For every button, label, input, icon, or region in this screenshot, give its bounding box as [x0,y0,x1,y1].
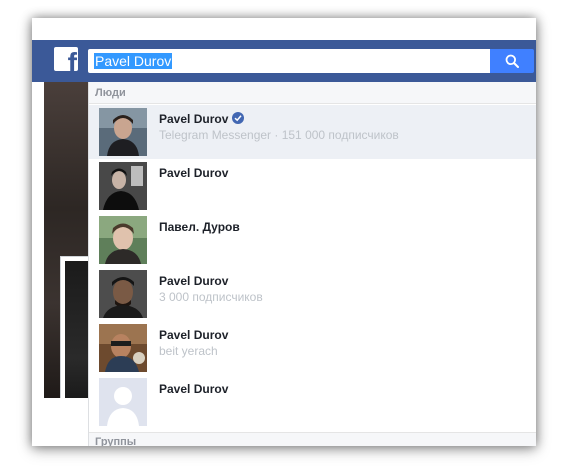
magnifier-icon [505,54,519,68]
search-result-item[interactable]: Pavel Durov 3 000 подписчиков [89,267,536,321]
result-name: Pavel Durov [159,328,229,342]
search-result-item[interactable]: Павел. Дуров [89,213,536,267]
search-button[interactable] [490,49,534,73]
result-subtitle: beit yerach [159,344,218,358]
result-subtitle: Telegram Messenger · 151 000 подписчиков [159,128,399,142]
avatar [99,108,147,156]
search-result-item[interactable]: Pavel Durov [89,159,536,213]
avatar [99,270,147,318]
avatar [99,324,147,372]
page-left-strip [32,82,44,398]
search-input[interactable]: Pavel Durov [88,49,490,73]
search-query-text: Pavel Durov [94,53,173,69]
result-name: Pavel Durov [159,112,245,126]
facebook-logo-icon[interactable]: f [54,47,78,71]
search-result-item[interactable]: Pavel Durov [89,375,536,429]
default-avatar-icon [99,378,147,426]
result-name-text: Pavel Durov [159,112,229,126]
result-name: Pavel Durov [159,382,229,396]
result-name: Павел. Дуров [159,220,240,234]
avatar [99,216,147,264]
result-name: Pavel Durov [159,274,229,288]
verified-badge-icon [232,112,245,124]
logo-letter: f [67,47,77,72]
search-suggestions-dropdown: Люди Pavel Durov Telegram Messenger · 15… [88,82,536,446]
search-result-item[interactable]: Pavel Durov beit yerach [89,321,536,375]
people-section-header: Люди [89,82,536,104]
groups-section-header: Группы [89,432,536,446]
avatar [99,162,147,210]
result-subtitle: 3 000 подписчиков [159,290,263,304]
top-margin [32,18,536,40]
search-result-item[interactable]: Pavel Durov Telegram Messenger · 151 000… [89,105,536,159]
screenshot-window: f Pavel Durov Люди Pavel Durov Telegram … [32,18,536,446]
facebook-header-bar: f Pavel Durov [32,40,536,83]
result-name: Pavel Durov [159,166,229,180]
